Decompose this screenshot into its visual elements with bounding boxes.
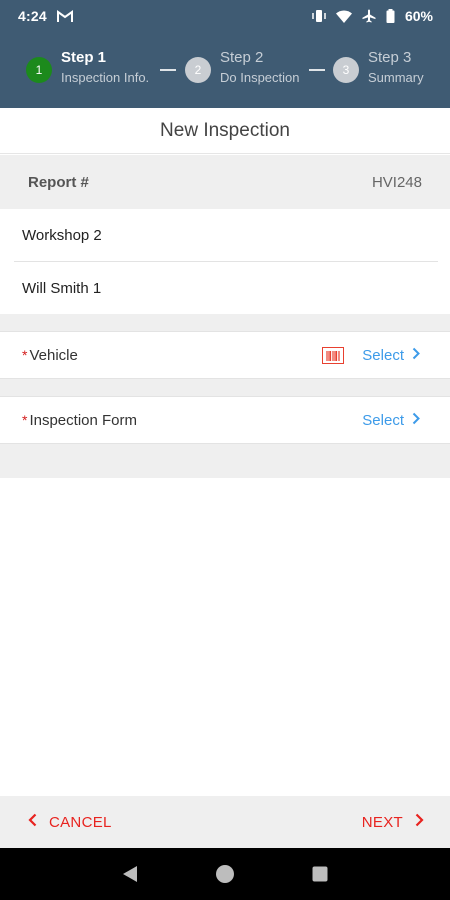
step-3: 3 Step 3 Summary bbox=[333, 48, 424, 88]
section-gap bbox=[0, 444, 450, 478]
workshop-value: Workshop 2 bbox=[22, 226, 102, 244]
system-nav-bar bbox=[0, 848, 450, 900]
recents-icon[interactable] bbox=[300, 854, 340, 894]
battery-icon bbox=[386, 9, 395, 23]
inspection-form-label: Inspection Form bbox=[29, 411, 137, 429]
chevron-right-icon bbox=[412, 347, 420, 364]
back-icon[interactable] bbox=[110, 854, 150, 894]
chevron-right-icon bbox=[412, 412, 420, 429]
next-label: NEXT bbox=[361, 813, 403, 831]
next-button[interactable]: NEXT bbox=[362, 813, 424, 831]
cancel-label: CANCEL bbox=[49, 813, 112, 831]
required-marker: * bbox=[22, 412, 28, 428]
vehicle-label: Vehicle bbox=[29, 346, 78, 364]
step-3-number: 3 bbox=[333, 57, 359, 83]
vehicle-select-button[interactable]: Select bbox=[362, 347, 420, 364]
required-marker: * bbox=[22, 347, 28, 363]
step-2: 2 Step 2 Do Inspection bbox=[185, 48, 300, 88]
barcode-icon[interactable] bbox=[322, 347, 344, 364]
step-3-subtitle: Summary bbox=[368, 70, 424, 85]
page-title: New Inspection bbox=[160, 119, 290, 141]
wifi-icon bbox=[335, 10, 352, 23]
gmail-icon bbox=[56, 9, 73, 23]
chevron-right-icon bbox=[415, 813, 424, 831]
page-title-bar: New Inspection bbox=[0, 108, 450, 154]
step-1-number: 1 bbox=[26, 57, 52, 83]
step-2-subtitle: Do Inspection bbox=[220, 70, 300, 85]
inspector-value: Will Smith 1 bbox=[22, 279, 102, 297]
section-gap bbox=[0, 314, 450, 331]
step-3-title: Step 3 bbox=[368, 49, 412, 66]
status-bar: 4:24 60% bbox=[0, 0, 450, 32]
app-header: 4:24 60% 1 Step 1 Inspection Info. 2 Ste… bbox=[0, 0, 450, 108]
vehicle-select-label: Select bbox=[362, 346, 404, 364]
inspector-row[interactable]: Will Smith 1 bbox=[0, 262, 450, 314]
inspection-form-row[interactable]: * Inspection Form Select bbox=[0, 396, 450, 444]
footer-bar: CANCEL NEXT bbox=[0, 796, 450, 848]
vibrate-icon bbox=[312, 9, 326, 23]
battery-percent: 60% bbox=[404, 8, 433, 24]
vehicle-row[interactable]: * Vehicle Select bbox=[0, 331, 450, 379]
step-connector bbox=[309, 69, 325, 71]
report-number-row: Report # HVI248 bbox=[0, 155, 450, 209]
step-1-subtitle: Inspection Info. bbox=[61, 70, 150, 85]
report-number-value: HVI248 bbox=[371, 173, 422, 191]
chevron-left-icon bbox=[28, 813, 37, 831]
step-1-title: Step 1 bbox=[61, 49, 107, 66]
step-connector bbox=[160, 69, 176, 71]
workshop-row[interactable]: Workshop 2 bbox=[0, 209, 450, 261]
stepper: 1 Step 1 Inspection Info. 2 Step 2 Do In… bbox=[0, 48, 450, 94]
home-icon[interactable] bbox=[205, 854, 245, 894]
report-number-label: Report # bbox=[28, 173, 89, 191]
inspection-form-select-button[interactable]: Select bbox=[362, 412, 420, 429]
step-2-title: Step 2 bbox=[220, 49, 264, 66]
step-1: 1 Step 1 Inspection Info. bbox=[26, 48, 149, 88]
inspection-form-select-label: Select bbox=[362, 411, 404, 429]
section-gap bbox=[0, 379, 450, 396]
airplane-icon bbox=[362, 9, 376, 23]
step-2-number: 2 bbox=[185, 57, 211, 83]
cancel-button[interactable]: CANCEL bbox=[28, 813, 112, 831]
status-time: 4:24 bbox=[18, 8, 47, 24]
